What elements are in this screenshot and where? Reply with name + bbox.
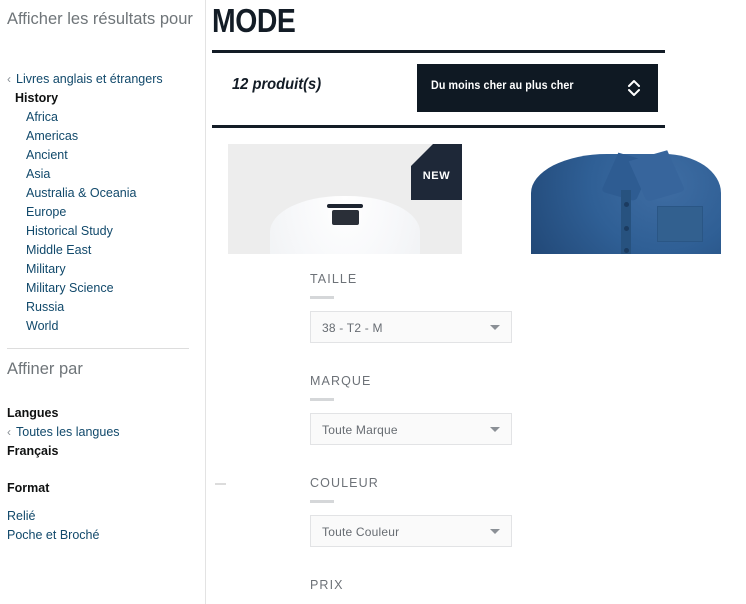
sidebar-item-military[interactable]: Military bbox=[0, 260, 206, 279]
chevron-left-icon: ‹ bbox=[7, 425, 11, 439]
shirt-collar-band bbox=[327, 204, 363, 208]
sidebar-item-europe[interactable]: Europe bbox=[0, 203, 206, 222]
chevron-down-icon bbox=[490, 529, 500, 534]
results-toolbar: 12 produit(s) Du moins cher au plus cher bbox=[212, 56, 665, 124]
sidebar-item-australia-oceania[interactable]: Australia & Oceania bbox=[0, 184, 206, 203]
sidebar-back-link-books[interactable]: ‹ Livres anglais et étrangers bbox=[0, 70, 206, 89]
sidebar-item-africa[interactable]: Africa bbox=[0, 108, 206, 127]
sort-dropdown[interactable]: Du moins cher au plus cher bbox=[417, 64, 658, 112]
filter-label-couleur: COULEUR bbox=[310, 476, 379, 490]
filter-group-taille: TAILLE 38 - T2 - M bbox=[310, 271, 512, 343]
sidebar-refine-title: Affiner par bbox=[7, 360, 83, 378]
new-badge: NEW bbox=[411, 144, 462, 200]
filter-label-prix: PRIX bbox=[310, 578, 344, 592]
sidebar-item-middle-east[interactable]: Middle East bbox=[0, 241, 206, 260]
shirt-button bbox=[624, 248, 629, 253]
product-count: 12 produit(s) bbox=[232, 76, 322, 93]
filter-underline bbox=[310, 296, 334, 299]
panel-collapse-dash bbox=[215, 483, 226, 485]
shirt-button bbox=[624, 202, 629, 207]
product-card-2[interactable] bbox=[517, 144, 746, 254]
shirt-bowtie bbox=[332, 210, 359, 225]
sidebar-back-link-label: Livres anglais et étrangers bbox=[16, 72, 163, 86]
sidebar-item-americas[interactable]: Americas bbox=[0, 127, 206, 146]
main-content: MODE 12 produit(s) Du moins cher au plus… bbox=[206, 0, 746, 604]
page-title: MODE bbox=[212, 2, 296, 39]
sidebar-divider bbox=[7, 348, 189, 349]
sidebar-group-title-langues: Langues bbox=[7, 406, 59, 420]
sidebar-back-link-languages-label: Toutes les langues bbox=[16, 425, 120, 439]
sidebar-format-relie[interactable]: Relié bbox=[0, 507, 206, 526]
filter-panel: TAILLE 38 - T2 - M MARQUE Toute Marque C… bbox=[206, 255, 746, 604]
filter-value-marque: Toute Marque bbox=[322, 423, 398, 437]
sidebar-item-asia[interactable]: Asia bbox=[0, 165, 206, 184]
sidebar-group-langues: Langues ‹ Toutes les langues Français bbox=[0, 404, 206, 461]
filter-group-marque: MARQUE Toute Marque bbox=[310, 373, 512, 445]
new-badge-label: NEW bbox=[422, 170, 451, 182]
filter-group-couleur: COULEUR Toute Couleur bbox=[310, 475, 512, 547]
sidebar-group-format: Format Relié Poche et Broché bbox=[0, 479, 206, 545]
filter-group-prix: PRIX bbox=[310, 577, 344, 593]
sidebar-title: Afficher les résultats pour bbox=[7, 10, 193, 28]
sidebar-item-ancient[interactable]: Ancient bbox=[0, 146, 206, 165]
sidebar-back-link-languages[interactable]: ‹ Toutes les langues bbox=[0, 423, 206, 442]
sidebar-item-military-science[interactable]: Military Science bbox=[0, 279, 206, 298]
sidebar-item-historical-study[interactable]: Historical Study bbox=[0, 222, 206, 241]
product-card-1[interactable]: NEW bbox=[228, 144, 462, 254]
sort-dropdown-value: Du moins cher au plus cher bbox=[431, 80, 574, 92]
chevron-down-icon bbox=[490, 427, 500, 432]
sidebar-category-nav: ‹ Livres anglais et étrangers History Afr… bbox=[0, 70, 206, 336]
shirt-pocket bbox=[657, 206, 703, 242]
filter-underline bbox=[310, 398, 334, 401]
chevron-left-icon: ‹ bbox=[7, 72, 11, 86]
sidebar-item-world[interactable]: World bbox=[0, 317, 206, 336]
filter-select-taille[interactable]: 38 - T2 - M bbox=[310, 311, 512, 343]
shirt-button bbox=[624, 226, 629, 231]
shirt-placket bbox=[621, 190, 631, 254]
filter-select-couleur[interactable]: Toute Couleur bbox=[310, 515, 512, 547]
sidebar-item-russia[interactable]: Russia bbox=[0, 298, 206, 317]
filter-label-marque: MARQUE bbox=[310, 374, 372, 388]
filter-select-marque[interactable]: Toute Marque bbox=[310, 413, 512, 445]
filter-value-taille: 38 - T2 - M bbox=[322, 321, 383, 335]
sort-chevron-updown-icon bbox=[628, 80, 640, 96]
sidebar-group-title-format: Format bbox=[7, 481, 50, 495]
chevron-down-icon bbox=[490, 325, 500, 330]
filter-underline bbox=[310, 500, 334, 503]
filter-label-taille: TAILLE bbox=[310, 272, 358, 286]
sidebar-item-history: History bbox=[15, 91, 59, 105]
sidebar-selected-language: Français bbox=[7, 444, 59, 458]
header-rule-bottom bbox=[212, 125, 665, 128]
sidebar-format-poche-broche[interactable]: Poche et Broché bbox=[0, 526, 206, 545]
sidebar: Afficher les résultats pour ‹ Livres angl… bbox=[0, 0, 206, 604]
header-rule-top bbox=[212, 50, 665, 53]
filter-value-couleur: Toute Couleur bbox=[322, 525, 400, 539]
